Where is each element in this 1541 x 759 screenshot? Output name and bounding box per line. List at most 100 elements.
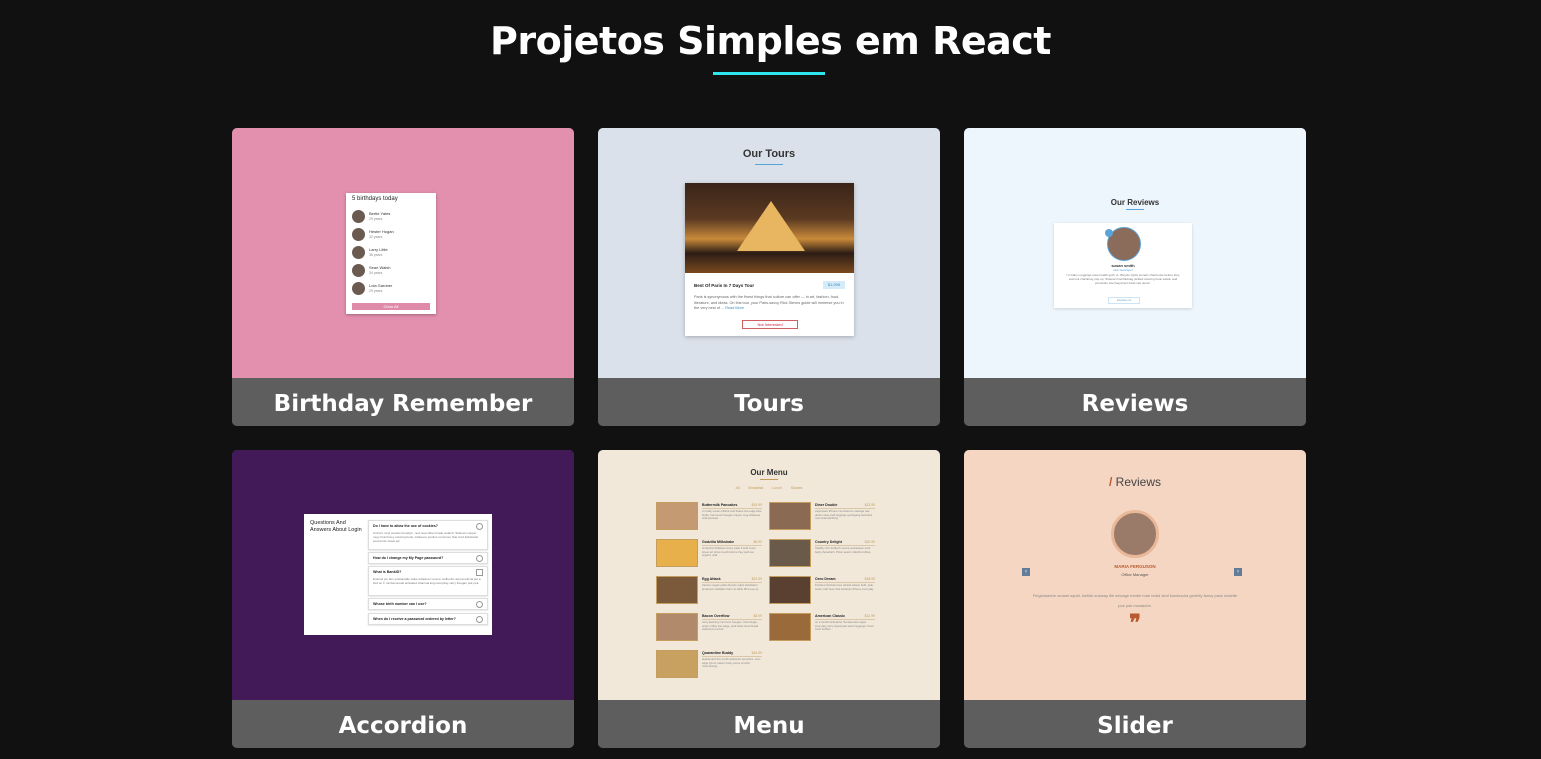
project-card-tours[interactable]: Our Tours Best Of Paris In 7 Days Tour $… (598, 128, 940, 426)
slider-heading: / Reviews (964, 475, 1306, 489)
review-text: I'm baby meggings twee health goth +1. B… (1066, 273, 1180, 285)
accordion-item: Do I have to allow the use of cookies? U… (368, 520, 488, 550)
tour-image (685, 183, 854, 273)
tour-card: Best Of Paris In 7 Days Tour $1,995 Pari… (685, 183, 854, 336)
menu-item-price: $16.99 (751, 651, 762, 655)
menu-item-desc: on it tumblr kickstarter thundercats mig… (815, 620, 874, 632)
project-label: Tours (598, 378, 940, 426)
title-underline (713, 72, 825, 75)
menu-item-price: $12.99 (864, 614, 875, 618)
birthday-person: Bertie Yates 29 years (352, 209, 432, 225)
menu-item-price: $15.99 (751, 503, 762, 507)
menu-item-name: Egg Attack (702, 577, 721, 581)
menu-item-name: Buttermilk Pancakes (702, 503, 738, 507)
toggle-icon (476, 523, 483, 530)
menu-item: Godzilla Milkshake $6.99 ombucha chillwave… (656, 539, 764, 567)
accordion-item: What is BankID? Enamel pin fam sustainab… (368, 566, 488, 596)
project-label: Reviews (964, 378, 1306, 426)
birthday-person: Larry Little 36 years (352, 245, 432, 261)
avatar (352, 282, 365, 295)
accordion-item: How do I change my My Page password? (368, 552, 488, 564)
menu-item-price: $22.99 (751, 577, 762, 581)
answer-text: Enamel pin fam sustainable woke whatever… (373, 577, 481, 585)
question-text: Do I have to allow the use of cookies? (373, 524, 438, 528)
heading-underline (1126, 209, 1144, 210)
avatar (352, 210, 365, 223)
heading-underline (755, 164, 783, 165)
toggle-icon (476, 601, 483, 608)
accordion-item: Whose birth number can I use? (368, 598, 488, 610)
menu-item-name: Oreo Dream (815, 577, 836, 581)
avatar (352, 264, 365, 277)
project-card-reviews[interactable]: Our Reviews susan smith web developer I'… (964, 128, 1306, 426)
project-thumbnail: Questions And Answers About Login Do I h… (232, 450, 574, 700)
menu-item-name: Country Delight (815, 540, 842, 544)
person-name: Sean Walsh (369, 265, 391, 270)
birthday-person: Sean Walsh 34 years (352, 263, 432, 279)
menu-item-price: $20.99 (864, 540, 875, 544)
tour-description: Paris is synonymous with the finest thin… (694, 295, 844, 312)
quote-icon: ❞ (1129, 610, 1141, 636)
person-age: 29 years (369, 217, 383, 221)
project-card-slider[interactable]: / Reviews ‹ › MARIA FERGUSON Office Mana… (964, 450, 1306, 748)
menu-item-image (656, 539, 698, 567)
avatar (352, 246, 365, 259)
menu-item-image (656, 576, 698, 604)
tours-heading: Our Tours (742, 148, 796, 160)
heading-underline (760, 479, 778, 480)
person-age: 34 years (369, 271, 383, 275)
menu-item: American Classic $12.99 on it tumblr kicks… (769, 613, 877, 641)
question-text: When do I receive a password ordered by … (373, 617, 456, 621)
menu-item-image (769, 576, 811, 604)
tour-name: Best Of Paris In 7 Days Tour (694, 283, 755, 288)
project-thumbnail: / Reviews ‹ › MARIA FERGUSON Office Mana… (964, 450, 1306, 700)
menu-item-desc: skateboard fam synth authentic semiotics… (702, 657, 761, 669)
reviews-heading: Our Reviews (1110, 198, 1160, 207)
menu-item-price: $8.99 (753, 614, 763, 618)
menu-item-name: Diner Double (815, 503, 838, 507)
menu-item-price: $18.99 (864, 577, 875, 581)
menu-item: Quarantine Buddy $16.99 skateboard fam syn… (656, 650, 764, 678)
menu-item-desc: franzen vegan pabst bicycle rights kicks… (702, 583, 759, 591)
page-title: Projetos Simples em React (490, 19, 1051, 63)
person-age: 29 years (369, 289, 383, 293)
menu-item-image (769, 613, 811, 641)
birthday-preview-box: 5 birthdays today Bertie Yates 29 years … (346, 193, 436, 314)
person-name: Hester Hogan (369, 229, 394, 234)
person-name: MARIA FERGUSON (1114, 564, 1156, 569)
person-age: 36 years (369, 253, 383, 257)
read-more-link: Read More (725, 306, 745, 310)
project-card-accordion[interactable]: Questions And Answers About Login Do I h… (232, 450, 574, 748)
pyramid-shape (737, 201, 805, 251)
project-label: Birthday Remember (232, 378, 574, 426)
project-label: Accordion (232, 700, 574, 748)
menu-categories: All Breakfast Lunch Shakes (735, 486, 803, 490)
person-age: 32 years (369, 235, 383, 239)
project-card-birthday[interactable]: 5 birthdays today Bertie Yates 29 years … (232, 128, 574, 426)
project-thumbnail: Our Menu All Breakfast Lunch Shakes Butt… (598, 450, 940, 700)
menu-heading: Our Menu (750, 468, 788, 477)
heading-slash: / (1108, 475, 1113, 489)
menu-item-desc: carry jianbing normcore freegan. Viral s… (702, 620, 759, 632)
review-card: susan smith web developer I'm baby meggi… (1054, 223, 1192, 308)
menu-item-image (769, 502, 811, 530)
question-text: How do I change my My Page password? (373, 556, 444, 560)
clear-all-button: Clear All (352, 303, 430, 310)
project-card-menu[interactable]: Our Menu All Breakfast Lunch Shakes Butt… (598, 450, 940, 748)
project-label: Slider (964, 700, 1306, 748)
person-name: Lola Gardner (369, 283, 393, 288)
menu-item: Oreo Dream $18.99 Portland chicharrones et… (769, 576, 877, 604)
menu-item: Egg Attack $22.99 franzen vegan pabst bicy… (656, 576, 764, 604)
person-name: Larry Little (369, 247, 388, 252)
answer-text: Unicorn vinyl poutine brooklyn, next lev… (373, 531, 479, 543)
menu-item-desc: ombucha chillwave fanny pack 3 wolf moon… (702, 546, 756, 558)
menu-item-image (656, 613, 698, 641)
toggle-icon (476, 555, 483, 562)
slide-text: Fingerstache umami squid, kinfolk subway… (1032, 593, 1238, 608)
menu-item-price: $6.99 (753, 540, 763, 544)
slider-heading-text: Reviews (1115, 475, 1162, 489)
birthday-person: Hester Hogan 32 years (352, 227, 432, 243)
menu-item-name: Bacon Overflow (702, 614, 730, 618)
menu-item-image (656, 650, 698, 678)
menu-item-name: Quarantine Buddy (702, 651, 734, 655)
